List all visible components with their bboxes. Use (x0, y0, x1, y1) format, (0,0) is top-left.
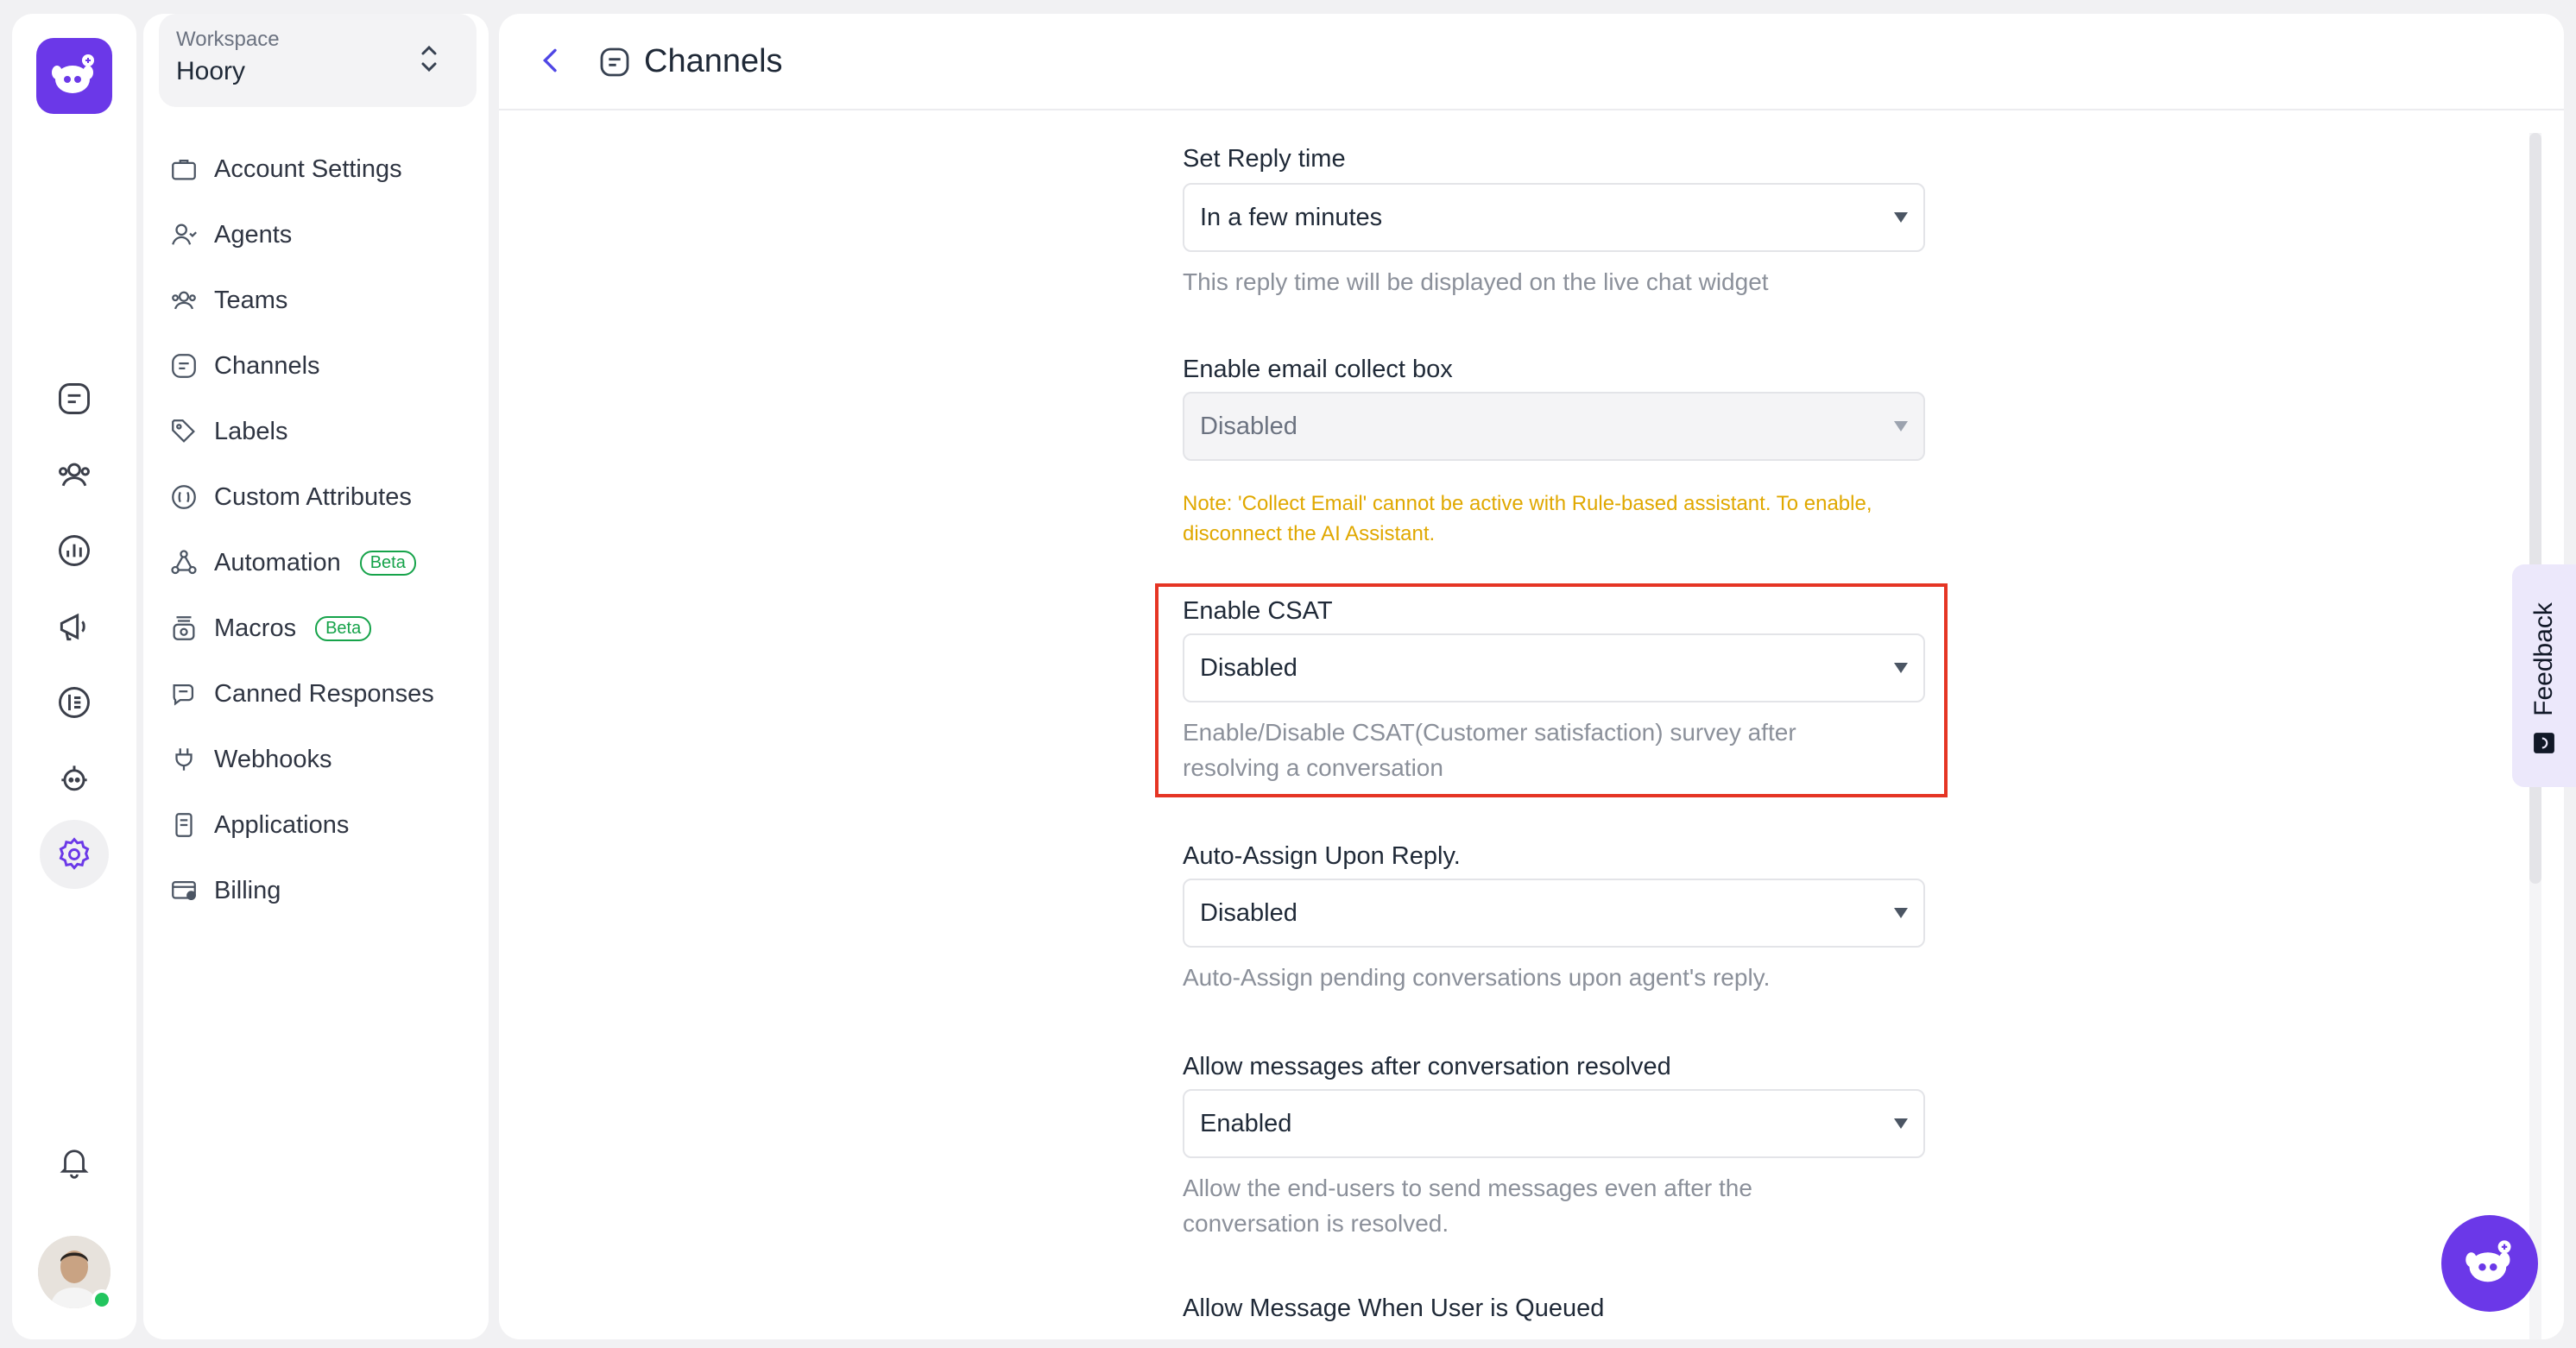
icon-rail (12, 14, 136, 1339)
sidebar-item-macros[interactable]: Macros Beta (169, 602, 471, 654)
bell-icon[interactable] (40, 1127, 109, 1196)
sidebar-item-label: Teams (214, 286, 288, 314)
application-icon (169, 810, 199, 840)
hoory-bot-icon (2466, 1240, 2511, 1282)
main-panel: Channels Set Reply time In a few minutes… (499, 14, 2564, 1339)
chat-widget-button[interactable] (2441, 1215, 2538, 1312)
allow-after-resolved-help-line1: Allow the end-users to send messages eve… (1183, 1175, 1752, 1201)
back-arrow-icon[interactable] (534, 43, 568, 78)
sidebar-item-label: Automation (214, 548, 341, 576)
csat-help-line1: Enable/Disable CSAT(Customer satisfactio… (1183, 719, 1796, 746)
contacts-icon[interactable] (40, 440, 109, 509)
email-collect-label: Enable email collect box (1183, 356, 1453, 383)
macro-icon (169, 614, 199, 643)
workspace-switcher[interactable]: Workspace Hoory (159, 14, 477, 107)
user-icon (169, 220, 199, 249)
allow-after-resolved-label: Allow messages after conversation resolv… (1183, 1053, 1671, 1080)
sidebar-item-agents[interactable]: Agents (169, 209, 471, 261)
sidebar-item-labels[interactable]: Labels (169, 406, 471, 457)
sidebar-item-canned-responses[interactable]: Canned Responses (169, 668, 471, 720)
sidebar-item-account-settings[interactable]: Account Settings (169, 143, 471, 195)
caret-down-icon (1894, 663, 1908, 673)
sidebar-item-label: Channels (214, 351, 320, 380)
settings-icon[interactable] (40, 820, 109, 889)
conversations-icon[interactable] (40, 364, 109, 433)
bot-icon[interactable] (40, 744, 109, 813)
reply-time-select[interactable]: In a few minutes (1183, 183, 1925, 252)
sidebar-item-applications[interactable]: Applications (169, 799, 471, 851)
reports-icon[interactable] (40, 516, 109, 585)
select-value: In a few minutes (1200, 203, 1383, 231)
workspace-label: Workspace (176, 28, 280, 51)
csat-label: Enable CSAT (1183, 597, 1333, 625)
beta-badge: Beta (359, 550, 416, 576)
settings-sidebar: Workspace Hoory Account Settings Agents … (143, 14, 489, 1339)
caret-down-icon (1894, 908, 1908, 918)
caret-down-icon (1894, 421, 1908, 431)
page-title: Channels (644, 43, 783, 79)
caret-down-icon (1894, 212, 1908, 223)
briefcase-icon (169, 154, 199, 184)
hoory-logo-icon[interactable] (36, 38, 112, 114)
sidebar-item-label: Applications (214, 810, 350, 839)
select-value: Disabled (1200, 653, 1297, 682)
sidebar-item-label: Agents (214, 220, 293, 249)
email-collect-select: Disabled (1183, 392, 1925, 461)
sidebar-item-label: Canned Responses (214, 679, 434, 708)
campaigns-icon[interactable] (40, 592, 109, 661)
auto-assign-help: Auto-Assign pending conversations upon a… (1183, 964, 1771, 991)
queued-label: Allow Message When User is Queued (1183, 1294, 1605, 1322)
chat-reply-icon (169, 679, 199, 709)
billing-icon (169, 876, 199, 905)
reply-time-label: Set Reply time (1183, 145, 1346, 173)
feedback-label: Feedback (2529, 602, 2558, 716)
sidebar-item-label: Custom Attributes (214, 482, 412, 511)
webhook-icon (169, 745, 199, 774)
sidebar-item-label: Webhooks (214, 745, 332, 773)
auto-assign-label: Auto-Assign Upon Reply. (1183, 842, 1461, 870)
workspace-name: Hoory (176, 57, 246, 85)
users-icon (169, 286, 199, 315)
sidebar-item-label: Macros (214, 614, 297, 642)
allow-after-resolved-help-line2: conversation is resolved. (1183, 1210, 1449, 1237)
channel-icon (169, 351, 199, 381)
attribute-icon (169, 482, 199, 512)
automation-icon (169, 548, 199, 577)
csat-select[interactable]: Disabled (1183, 633, 1925, 702)
sidebar-item-label: Account Settings (214, 154, 402, 183)
caret-down-icon (1894, 1118, 1908, 1129)
select-value: Enabled (1200, 1109, 1292, 1137)
sidebar-item-billing[interactable]: Billing (169, 865, 471, 917)
reply-time-help: This reply time will be displayed on the… (1183, 268, 1769, 295)
page-header: Channels (499, 14, 2564, 110)
sidebar-item-automation[interactable]: Automation Beta (169, 537, 471, 589)
beta-badge: Beta (315, 615, 372, 641)
sidebar-item-webhooks[interactable]: Webhooks (169, 734, 471, 785)
sidebar-item-custom-attributes[interactable]: Custom Attributes (169, 471, 471, 523)
chevron-up-down-icon (416, 40, 442, 78)
email-collect-note-line2: disconnect the AI Assistant. (1183, 522, 1436, 545)
feedback-tab[interactable]: Feedback (2512, 564, 2576, 787)
sidebar-item-channels[interactable]: Channels (169, 340, 471, 392)
tag-icon (169, 417, 199, 446)
select-value: Disabled (1200, 412, 1297, 440)
allow-after-resolved-select[interactable]: Enabled (1183, 1089, 1925, 1158)
sidebar-item-teams[interactable]: Teams (169, 274, 471, 326)
sidebar-item-label: Labels (214, 417, 288, 445)
email-collect-note-line1: Note: 'Collect Email' cannot be active w… (1183, 492, 1872, 515)
online-status-indicator (92, 1289, 112, 1310)
knowledge-base-icon[interactable] (40, 668, 109, 737)
csat-help-line2: resolving a conversation (1183, 754, 1443, 781)
select-value: Disabled (1200, 898, 1297, 927)
sidebar-item-label: Billing (214, 876, 281, 904)
auto-assign-select[interactable]: Disabled (1183, 879, 1925, 948)
smile-icon (2533, 732, 2555, 754)
channel-icon (597, 45, 632, 79)
